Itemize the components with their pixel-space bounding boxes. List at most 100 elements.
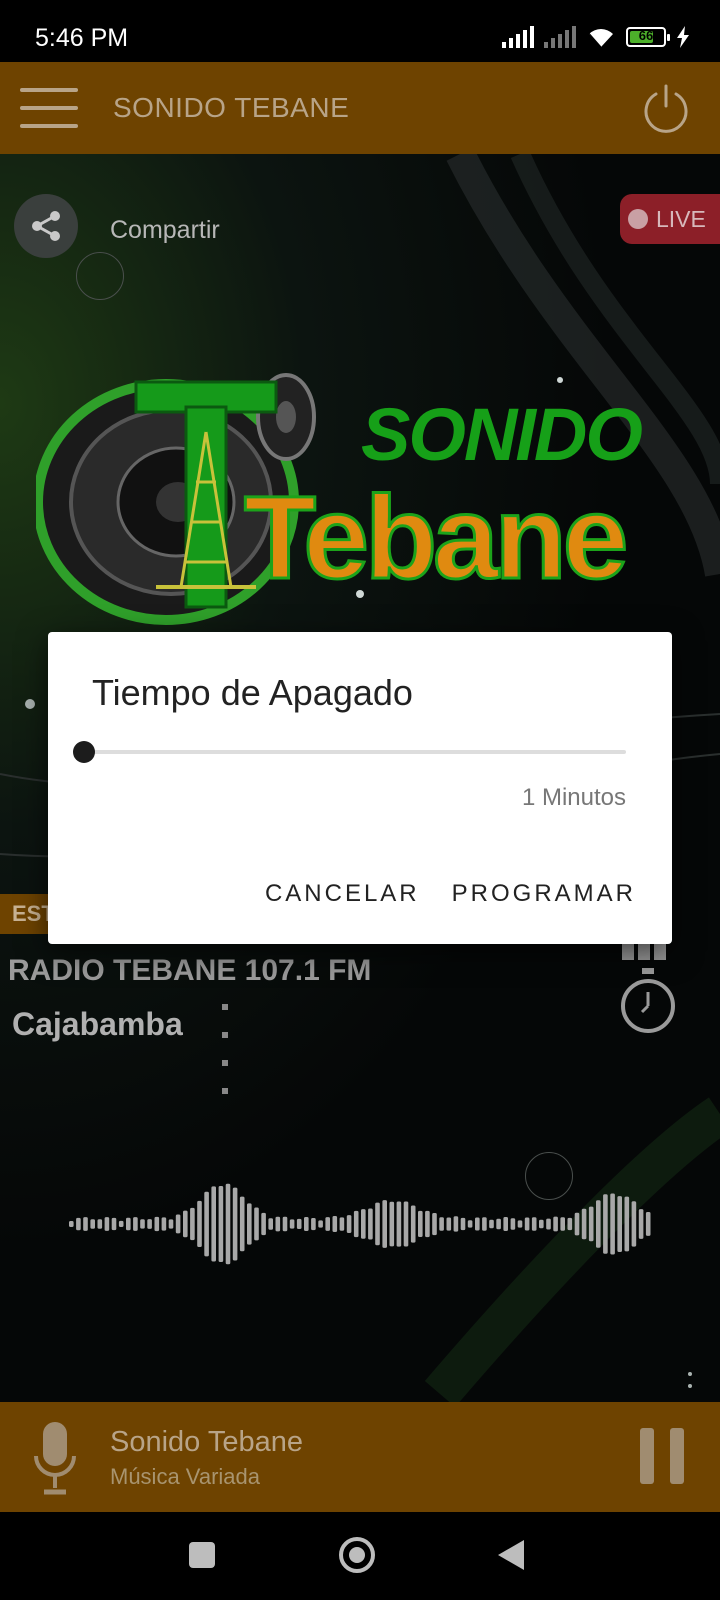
waveform-bar [204, 1191, 209, 1257]
waveform-bar [190, 1207, 195, 1241]
pause-button[interactable] [640, 1428, 684, 1484]
waveform-bar [645, 1212, 651, 1236]
signal-icon [502, 26, 534, 48]
waveform-bar [631, 1201, 637, 1247]
microphone-icon [34, 1422, 76, 1495]
waveform-bar [218, 1186, 224, 1262]
logo-text-tebane: Tebane [242, 471, 629, 606]
status-bar: 5:46 PM 66 [0, 0, 720, 62]
decoration-circle [76, 252, 124, 300]
waveform-bar [339, 1217, 345, 1231]
waveform-bar [524, 1217, 530, 1231]
waveform-bar [296, 1218, 302, 1229]
waveform-bar [460, 1217, 466, 1231]
waveform-bar [183, 1210, 188, 1238]
waveform-bar [446, 1217, 452, 1231]
waveform-bar [353, 1210, 359, 1238]
waveform-bar [175, 1214, 181, 1234]
waveform-bar [161, 1217, 167, 1231]
share-button[interactable] [14, 194, 78, 258]
live-badge: LIVE [620, 194, 720, 244]
status-time: 5:46 PM [35, 24, 129, 52]
waveform-bar [432, 1213, 437, 1236]
waveform-bar [247, 1203, 252, 1245]
sleep-timer-icon[interactable] [618, 966, 678, 1036]
station-city: Cajabamba [12, 1006, 183, 1042]
charging-icon [677, 26, 689, 48]
waveform-bar [418, 1210, 423, 1237]
waveform-bar [638, 1209, 644, 1239]
waveform-bar [239, 1196, 245, 1252]
waveform-bar [332, 1216, 338, 1232]
waveform-bar [546, 1218, 551, 1230]
waveform-bar [482, 1217, 487, 1231]
waveform-bar [325, 1217, 330, 1231]
waveform-bar [275, 1216, 281, 1232]
share-label[interactable]: Compartir [110, 216, 220, 245]
waveform-bar [475, 1217, 480, 1231]
live-dot-icon [628, 209, 648, 229]
player-subtitle: Música Variada [110, 1464, 260, 1489]
waveform-bar [453, 1216, 459, 1232]
power-icon[interactable] [640, 82, 692, 134]
waveform-bar [517, 1220, 523, 1228]
timer-slider[interactable] [73, 740, 626, 764]
audio-waveform [69, 1183, 651, 1265]
waveform-bar [318, 1220, 323, 1228]
battery-level: 66 [638, 28, 654, 43]
battery-icon: 66 [626, 27, 670, 47]
waveform-bar [254, 1207, 259, 1241]
dialog-actions: CANCELAR PROGRAMAR [265, 880, 636, 908]
waveform-bar [76, 1217, 81, 1231]
waveform-bar [396, 1201, 402, 1247]
waveform-bar [118, 1220, 124, 1227]
waveform-bar [382, 1200, 387, 1248]
share-icon [32, 211, 60, 241]
waveform-bar [154, 1216, 160, 1232]
waveform-bar [211, 1186, 216, 1262]
live-label: LIVE [656, 205, 706, 232]
waveform-bar [268, 1218, 273, 1230]
waveform-bar [610, 1193, 615, 1255]
signal-no-service-icon [544, 26, 576, 48]
waveform-bar [510, 1218, 516, 1230]
slider-value-label: 1 Minutos [521, 784, 626, 811]
waveform-bar [581, 1208, 587, 1240]
logo-text-sonido: SONIDO [361, 393, 643, 476]
waveform-bar [140, 1219, 145, 1229]
waveform-bar [560, 1217, 565, 1231]
app-bar: SONIDO TEBANE [0, 62, 720, 154]
waveform-bar [168, 1219, 174, 1229]
slider-thumb[interactable] [73, 741, 95, 763]
now-playing-bar[interactable]: Sonido Tebane Música Variada [0, 1402, 720, 1512]
waveform-bar [389, 1201, 395, 1247]
station-name: RADIO TEBANE 107.1 FM [8, 954, 372, 987]
player-title: Sonido Tebane [110, 1426, 303, 1458]
sleep-timer-dialog: Tiempo de Apagado 1 Minutos CANCELAR PRO… [48, 632, 672, 944]
waveform-bar [289, 1219, 295, 1229]
back-button[interactable] [498, 1540, 524, 1570]
hamburger-menu-icon[interactable] [20, 88, 78, 128]
waveform-bar [588, 1206, 594, 1242]
waveform-bar [425, 1210, 430, 1238]
waveform-bar [596, 1200, 601, 1248]
schedule-button[interactable]: PROGRAMAR [452, 880, 636, 908]
app-title: SONIDO TEBANE [113, 92, 350, 123]
station-logo: SONIDO Tebane [36, 362, 686, 632]
waveform-bar [346, 1215, 352, 1233]
system-nav-bar [0, 1512, 720, 1600]
waveform-bar [311, 1218, 316, 1231]
waveform-bar [133, 1217, 138, 1231]
waveform-bar [83, 1217, 88, 1231]
cancel-button[interactable]: CANCELAR [265, 880, 420, 908]
waveform-bar [375, 1202, 380, 1246]
status-icons: 66 [502, 22, 690, 52]
home-button[interactable] [339, 1537, 375, 1573]
waveform-bar [496, 1218, 501, 1230]
waveform-bar [97, 1219, 103, 1229]
vertical-dots-decoration [222, 1004, 230, 1116]
waveform-bar [282, 1216, 288, 1232]
waveform-bar [197, 1200, 202, 1247]
recent-apps-button[interactable] [189, 1542, 215, 1568]
waveform-bar [617, 1196, 622, 1252]
